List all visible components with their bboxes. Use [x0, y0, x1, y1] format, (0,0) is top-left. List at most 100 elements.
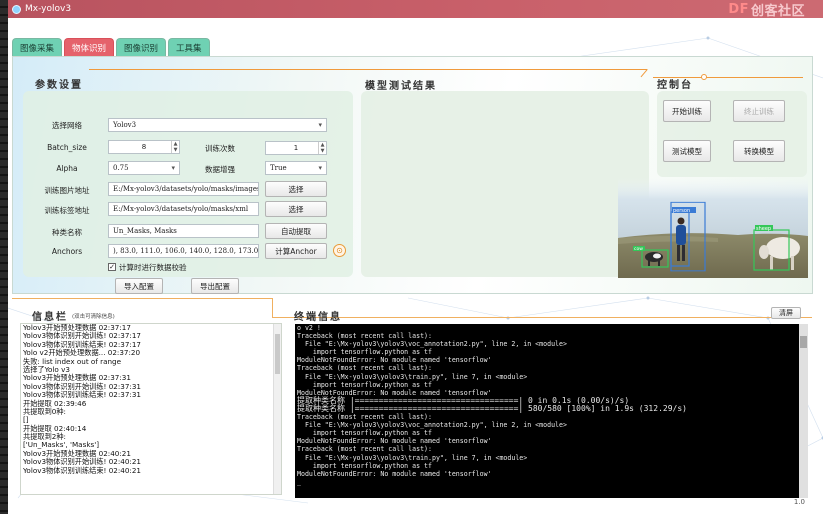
- terminal-line: import tensorflow.python as tf: [297, 380, 432, 389]
- terminal-line: Traceback (most recent call last):: [297, 445, 432, 454]
- image-path-label: 训练图片地址: [44, 186, 90, 195]
- df-logo: DF 创客社区: [728, 0, 805, 19]
- convert-model-button[interactable]: 转换模型: [733, 140, 785, 162]
- tab-image-recognition[interactable]: 图像识别: [116, 38, 167, 56]
- test-model-button[interactable]: 测试模型: [663, 140, 711, 162]
- classes-input[interactable]: Un_Masks, Masks: [108, 224, 259, 238]
- choose-annotation-path-button[interactable]: 选择: [265, 201, 327, 217]
- terminal-line: Traceback (most recent call last):: [297, 332, 432, 341]
- result-section-title: 模型测试结果: [365, 81, 437, 92]
- epochs-spinbox[interactable]: 1 ▲ ▼: [265, 141, 327, 155]
- batch-size-label: Batch_size: [47, 143, 87, 152]
- image-path-input[interactable]: E:/Mx-yolov3/datasets/yolo/masks/images: [108, 182, 259, 196]
- info-log-lines: Yolov3开始预处理数据 02:37:17 Yolov3物体识别开始训练! 02…: [21, 324, 281, 475]
- tab-image-capture[interactable]: 图像采集: [12, 38, 63, 56]
- detection-sample-image: person sheep cow: [618, 178, 808, 278]
- window-title: Mx-yolov3: [25, 4, 72, 14]
- network-select-value: Yolov3: [113, 121, 137, 129]
- epochs-label: 训练次数: [205, 144, 235, 153]
- terminal-line: _: [297, 477, 301, 486]
- classes-label: 种类名称: [52, 228, 82, 237]
- terminal-line: File "E:\Mx-yolov3\yolov3\voc_annotation…: [297, 421, 567, 430]
- anchor-settings-icon[interactable]: ⊙: [333, 244, 346, 257]
- info-subtitle: (双击可清除信息): [72, 314, 115, 320]
- terminal-line: o v2 !: [297, 324, 321, 332]
- cow-tag: cow: [634, 247, 643, 252]
- batch-size-value: 8: [141, 143, 147, 151]
- params-section-title: 参数设置: [35, 80, 83, 91]
- terminal-output[interactable]: o v2 ! Traceback (most recent call last):…: [295, 324, 808, 498]
- epochs-value: 1: [293, 144, 299, 152]
- anchors-input[interactable]: ), 83.0, 111.0, 106.0, 140.0, 128.0, 173…: [108, 244, 259, 258]
- header-divider-bend: [640, 69, 648, 78]
- terminal-line: 提取种类名称 |================================…: [297, 403, 687, 413]
- verify-checkbox[interactable]: ✓: [108, 263, 116, 271]
- terminal-line: File "E:\Mx-yolov3\yolov3\train.py", lin…: [297, 453, 528, 462]
- spin-arrows-icon[interactable]: ▲ ▼: [171, 141, 179, 153]
- terminal-title: 终端信息: [294, 312, 342, 323]
- scrollbar-thumb[interactable]: [275, 334, 280, 374]
- terminal-line: ModuleNotFoundError: No module named 'te…: [297, 437, 492, 446]
- model-test-result-area: [361, 91, 649, 277]
- scrollbar-thumb[interactable]: [800, 336, 807, 348]
- alpha-label: Alpha: [56, 164, 78, 173]
- stop-training-button[interactable]: 终止训练: [733, 100, 785, 122]
- terminal-line: File "E:\Mx-yolov3\yolov3\voc_annotation…: [297, 340, 567, 349]
- terminal-line: import tensorflow.python as tf: [297, 461, 432, 470]
- info-scrollbar[interactable]: [273, 324, 281, 494]
- annotation-path-input[interactable]: E:/Mx-yolov3/datasets/yolo/masks/xml: [108, 202, 259, 216]
- import-config-button[interactable]: 导入配置: [115, 278, 163, 294]
- compute-anchor-button[interactable]: 计算Anchor: [265, 243, 327, 259]
- df-logo-prefix: DF: [728, 1, 749, 17]
- info-divider: [12, 298, 272, 299]
- terminal-line: Traceback (most recent call last):: [297, 413, 432, 422]
- chevron-down-icon: ▾: [318, 164, 322, 172]
- tab-object-detection[interactable]: 物体识别: [64, 38, 115, 56]
- clear-terminal-button[interactable]: 清屏: [771, 307, 801, 319]
- augment-label: 数据增强: [205, 165, 235, 174]
- verify-label: 计算时进行数据校验: [119, 263, 187, 272]
- terminal-line: import tensorflow.python as tf: [297, 429, 432, 438]
- version-label: 1.0: [793, 498, 805, 506]
- control-title-dot: [701, 74, 707, 80]
- terminal-lines: o v2 ! Traceback (most recent call last):…: [295, 324, 808, 486]
- auto-extract-button[interactable]: 自动提取: [265, 223, 327, 239]
- augment-select-value: True: [270, 164, 287, 172]
- screen: Mx-yolov3 DF 创客社区 图像采集 物体识别 图像识别 工具集 参数设…: [0, 0, 823, 514]
- info-log-line: Yolov3物体识别训练结束! 02:40:21: [23, 465, 141, 475]
- spin-arrows-icon[interactable]: ▲ ▼: [318, 142, 326, 154]
- terminal-line: import tensorflow.python as tf: [297, 348, 432, 357]
- info-log[interactable]: Yolov3开始预处理数据 02:37:17 Yolov3物体识别开始训练! 02…: [20, 323, 282, 495]
- chevron-down-icon: ▾: [171, 164, 175, 172]
- info-log-line: 共提取到0种:: [23, 406, 66, 416]
- tab-bar: 图像采集 物体识别 图像识别 工具集: [12, 38, 210, 56]
- df-logo-text: 创客社区: [750, 3, 805, 19]
- control-divider: [653, 77, 803, 78]
- choose-image-path-button[interactable]: 选择: [265, 181, 327, 197]
- network-select[interactable]: Yolov3 ▾: [108, 118, 327, 132]
- chevron-down-icon: ▾: [318, 121, 322, 129]
- terminal-line: ModuleNotFoundError: No module named 'te…: [297, 469, 492, 478]
- info-title: 信息栏: [32, 312, 68, 323]
- terminal-line: Traceback (most recent call last):: [297, 364, 432, 373]
- control-section-title: 控制台: [657, 80, 693, 91]
- app-icon: [12, 4, 21, 14]
- start-training-button[interactable]: 开始训练: [663, 100, 711, 122]
- anchors-label: Anchors: [51, 247, 83, 256]
- tab-toolset[interactable]: 工具集: [168, 38, 210, 56]
- title-bar[interactable]: Mx-yolov3 DF 创客社区: [8, 0, 823, 19]
- bottom-divider-vertical: [272, 298, 273, 318]
- alpha-select[interactable]: 0.75 ▾: [108, 161, 180, 175]
- alpha-select-value: 0.75: [113, 164, 129, 172]
- terminal-scrollbar[interactable]: [799, 324, 808, 498]
- header-divider: [89, 69, 647, 70]
- augment-select[interactable]: True ▾: [265, 161, 327, 175]
- network-label: 选择网络: [52, 121, 82, 130]
- export-config-button[interactable]: 导出配置: [191, 278, 239, 294]
- sheep-tag: sheep: [756, 226, 771, 232]
- terminal-line: File "E:\Mx-yolov3\yolov3\train.py", lin…: [297, 372, 528, 381]
- person-tag: person: [673, 208, 690, 214]
- desktop-edge: [0, 0, 8, 514]
- batch-size-spinbox[interactable]: 8 ▲ ▼: [108, 140, 180, 154]
- terminal-line: ModuleNotFoundError: No module named 'te…: [297, 356, 492, 365]
